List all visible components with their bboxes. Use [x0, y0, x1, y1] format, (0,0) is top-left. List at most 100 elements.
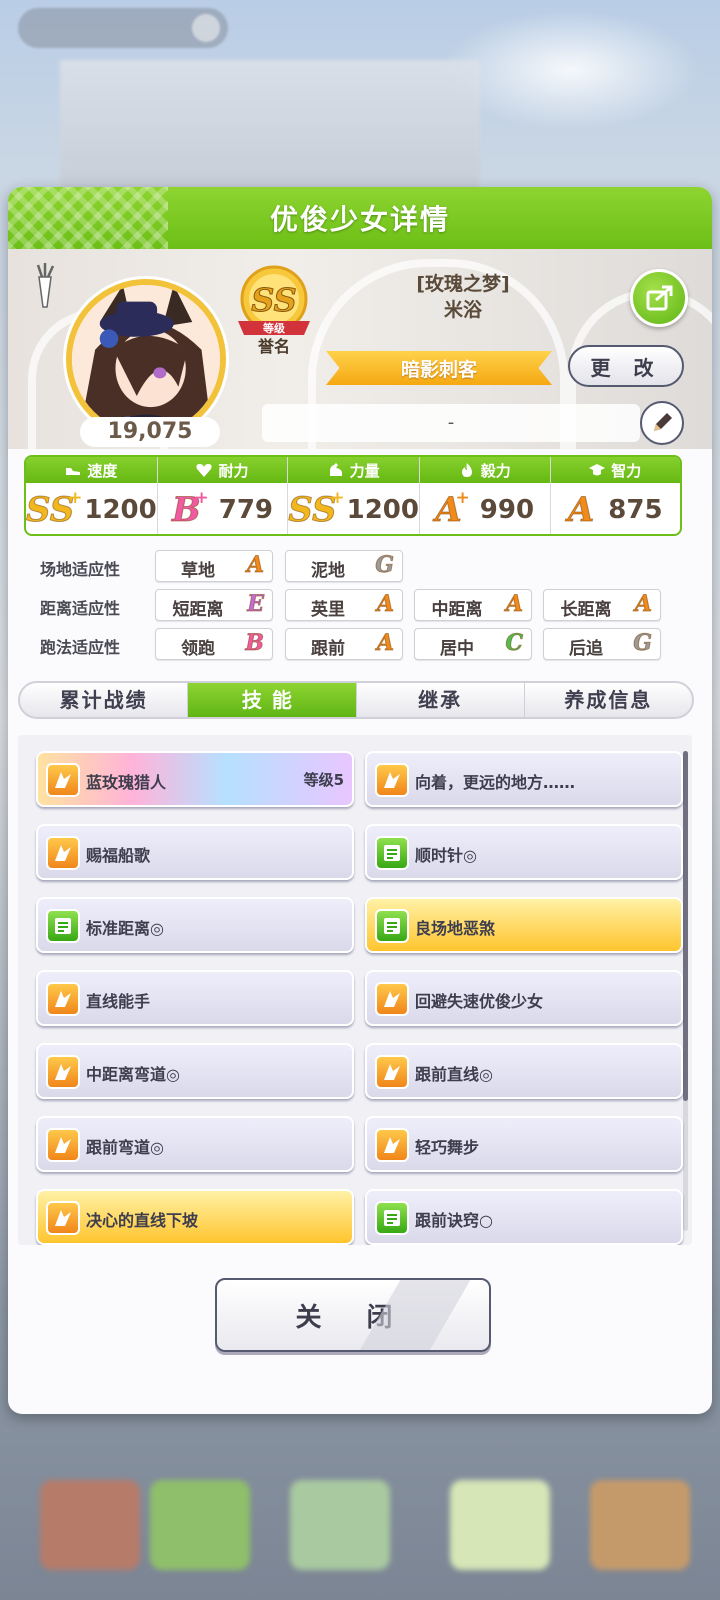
blurred-bottom-nav [0, 1440, 720, 1600]
aptitude-dirt: 泥地 G [285, 550, 403, 582]
aptitude-front-runner: 领跑 B [155, 628, 273, 660]
skill-level: 等级5 [303, 771, 344, 789]
skill-name: 良场地恶煞 [415, 919, 496, 938]
skill-list[interactable]: 蓝玫瑰猎人 等级5 向着，更远的地方…… 赐福船歌 顺时针◎ 标准距离◎ 良场地恶煞直线能手… [18, 735, 692, 1245]
profile-panel: 19,075 SS 等级 誉名 [玫瑰之梦] 米浴 暗影刺客 更 改 - [8, 249, 712, 449]
skill-card[interactable]: 蓝玫瑰猎人 等级5 [36, 751, 354, 807]
skill-icon [46, 1055, 80, 1089]
stat-guts: 毅力 A + 990 [420, 457, 551, 534]
aptitude-sprint: 短距离 E [155, 589, 273, 621]
skill-icon [375, 836, 409, 870]
skill-card[interactable]: 决心的直线下坡 [36, 1189, 354, 1245]
close-button[interactable]: 关 闭 [215, 1278, 491, 1352]
fire-icon [461, 463, 472, 477]
stat-grade: A [567, 489, 595, 530]
umamusume-detail-dialog: 优俊少女详情 19,075 SS 等级 誉名 [玫瑰之梦] 米浴 暗影刺客 更 … [8, 187, 712, 1414]
skill-icon [375, 909, 409, 943]
aptitude-medium: 中距离 A [414, 589, 532, 621]
aptitude-row-track: 场地适应性 草地 A 泥地 G [8, 550, 712, 584]
skill-card[interactable]: 轻巧舞步 [365, 1116, 683, 1172]
dialog-title: 优俊少女详情 [269, 203, 450, 236]
aptitude-pace-chaser: 跟前 A [285, 628, 403, 660]
stat-grade: B + [171, 487, 209, 530]
skill-icon [46, 909, 80, 943]
skill-icon [46, 1201, 80, 1235]
tab-skills[interactable]: 技能 [188, 683, 357, 717]
blurred-top-bar [18, 8, 228, 48]
skill-name: 跟前弯道◎ [86, 1138, 164, 1157]
stat-value: 1200 [346, 494, 419, 525]
skill-name: 直线能手 [86, 992, 151, 1011]
graduation-cap-icon [589, 464, 606, 476]
stat-value: 990 [479, 494, 535, 525]
aptitude-long: 长距离 A [543, 589, 661, 621]
skill-card[interactable]: 跟前弯道◎ [36, 1116, 354, 1172]
stat-grade: A + [435, 487, 470, 530]
tab-training-info[interactable]: 养成信息 [525, 683, 692, 717]
skill-card[interactable]: 良场地恶煞 [365, 897, 683, 953]
rank-label: 誉名 [257, 337, 290, 356]
skill-name: 蓝玫瑰猎人 [86, 773, 167, 792]
skill-list-scrollbar[interactable] [683, 751, 688, 1231]
rank-grade: SS [251, 281, 297, 319]
aptitude-end-closer: 后追 G [543, 628, 661, 660]
aptitude-label: 距离适应性 [40, 599, 121, 618]
skill-name: 回避失速优俊少女 [415, 992, 544, 1011]
skill-icon [46, 763, 80, 797]
skill-card[interactable]: 顺时针◎ [365, 824, 683, 880]
stat-label: 耐力 [218, 461, 249, 480]
skill-name: 中距离弯道◎ [86, 1065, 180, 1084]
share-icon [646, 285, 673, 311]
aptitude-label: 跑法适应性 [40, 638, 121, 657]
stat-stamina: 耐力 B + 779 [157, 457, 289, 534]
skill-name: 轻巧舞步 [415, 1138, 480, 1157]
skill-icon [46, 982, 80, 1016]
heart-icon [196, 464, 213, 477]
aptitude-row-distance: 距离适应性 短距离 E 英里 A 中距离 A 长距离 A [8, 589, 712, 623]
comment-field: - [262, 404, 640, 442]
character-avatar[interactable] [66, 279, 226, 439]
aptitude-late-surger: 居中 C [414, 628, 532, 660]
character-epithet: [玫瑰之梦] [416, 273, 510, 295]
skill-name: 标准距离◎ [86, 919, 164, 938]
stat-label: 毅力 [480, 461, 511, 480]
aptitude-mile: 英里 A [285, 589, 403, 621]
change-title-button[interactable]: 更 改 [568, 345, 684, 387]
skill-name: 向着，更远的地方…… [415, 773, 576, 792]
skill-icon [46, 1128, 80, 1162]
skill-card[interactable]: 回避失速优俊少女 [365, 970, 683, 1026]
dialog-header: 优俊少女详情 [8, 187, 712, 249]
stat-value: 1200 [84, 494, 157, 525]
aptitude-row-style: 跑法适应性 领跑 B 跟前 A 居中 C 后追 G [8, 628, 712, 662]
stat-label: 速度 [87, 461, 118, 480]
stats-panel: 速度 SS +1200 耐力 B +779 力量 SS +1200 毅力 A +990 … [24, 455, 682, 536]
skill-icon [375, 982, 409, 1016]
skill-card[interactable]: 中距离弯道◎ [36, 1043, 354, 1099]
edit-comment-button[interactable] [640, 401, 684, 445]
character-name: 米浴 [443, 299, 482, 321]
share-button[interactable] [630, 269, 688, 327]
skill-card[interactable]: 向着，更远的地方…… [365, 751, 683, 807]
aptitude-turf: 草地 A [155, 550, 273, 582]
shoe-icon [66, 468, 81, 475]
skill-card[interactable]: 标准距离◎ [36, 897, 354, 953]
aptitude-label: 场地适应性 [40, 560, 121, 579]
skill-name: 赐福船歌 [86, 846, 151, 865]
skill-card[interactable]: 跟前诀窍○ [365, 1189, 683, 1245]
fan-count: 19,075 [80, 417, 220, 447]
skill-card[interactable]: 跟前直线◎ [365, 1043, 683, 1099]
skill-icon [375, 1201, 409, 1235]
stat-value: 779 [218, 494, 274, 525]
stat-wisdom: 智力 A 875 [550, 457, 680, 534]
title-ribbon: 暗影刺客 [326, 351, 552, 385]
tab-race-record[interactable]: 累计战绩 [20, 683, 189, 717]
skill-name: 跟前直线◎ [415, 1065, 493, 1084]
character-epithet-block: [玫瑰之梦] 米浴 [348, 271, 578, 323]
stat-label: 力量 [349, 461, 380, 480]
skill-card[interactable]: 赐福船歌 [36, 824, 354, 880]
skill-name: 决心的直线下坡 [86, 1211, 199, 1230]
tab-inheritance[interactable]: 继承 [357, 683, 525, 717]
skill-card[interactable]: 直线能手 [36, 970, 354, 1026]
skill-icon [375, 1128, 409, 1162]
pencil-icon [654, 413, 672, 431]
